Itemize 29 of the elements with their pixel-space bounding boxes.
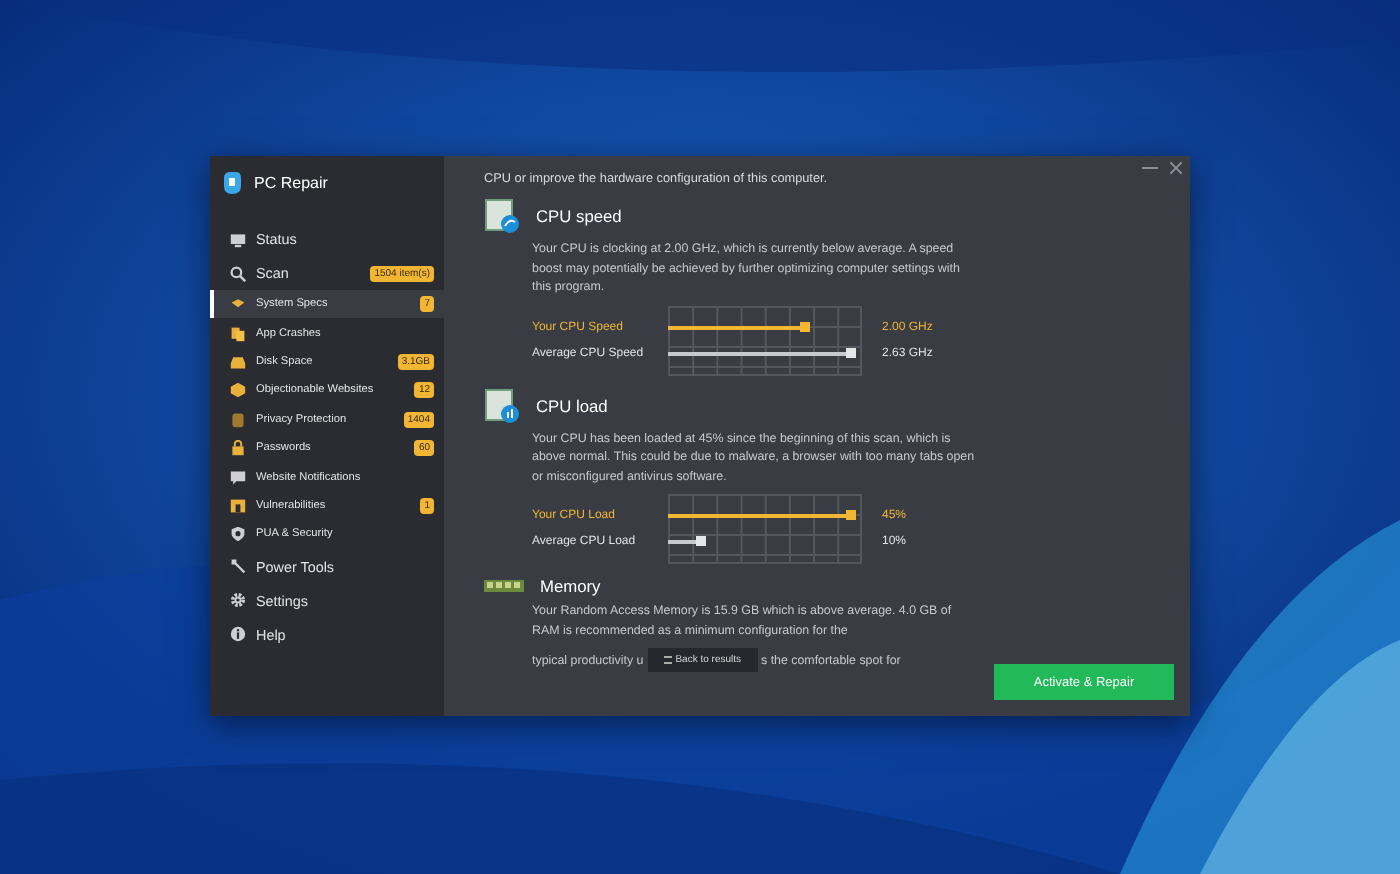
box-icon [230, 497, 246, 514]
gauge-icon [484, 198, 520, 234]
monitor-icon [230, 231, 246, 247]
bar-marker [696, 536, 707, 546]
section-title: CPU speed [536, 206, 622, 226]
wrench-icon [230, 558, 246, 575]
database-icon [230, 411, 246, 428]
search-icon [230, 265, 246, 281]
bar-marker [846, 510, 857, 520]
section-title: CPU load [536, 395, 608, 415]
drive-icon [230, 353, 246, 370]
cube-icon [230, 382, 246, 399]
minimize-icon[interactable] [1142, 162, 1158, 174]
logo-icon [222, 172, 242, 194]
info-icon [230, 626, 246, 643]
chart-icon [484, 387, 520, 423]
list-icon [663, 656, 672, 664]
chip-icon [230, 296, 246, 313]
settings-icon [230, 592, 246, 609]
app-title: PC Repair [254, 174, 328, 192]
shield-icon [230, 526, 246, 543]
chat-icon [230, 469, 246, 486]
bar-marker [846, 347, 857, 357]
bar-marker [800, 321, 811, 331]
files-icon [230, 325, 246, 342]
section-title: Memory [540, 576, 601, 596]
close-icon[interactable] [1170, 162, 1182, 174]
memory-icon [484, 578, 524, 594]
lock-icon [230, 440, 246, 457]
